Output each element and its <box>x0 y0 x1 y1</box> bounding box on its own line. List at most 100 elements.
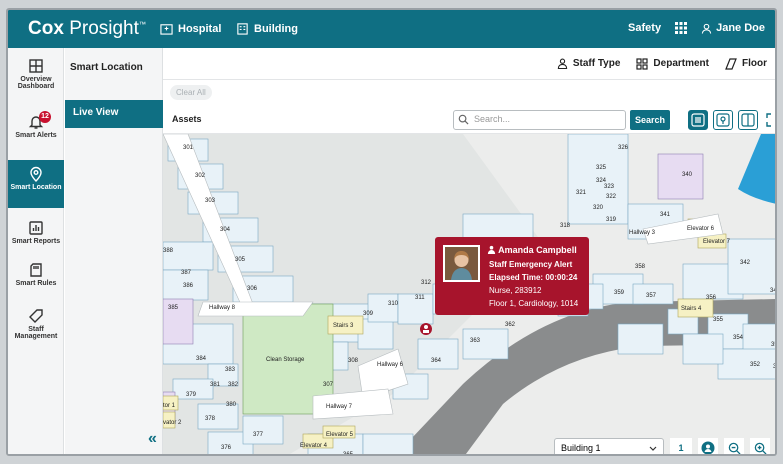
brand-logo[interactable]: Cox Prosight™ <box>28 18 146 40</box>
subnav-title: Smart Location <box>70 62 143 73</box>
nav-building[interactable]: Building <box>236 22 298 35</box>
svg-text:388: 388 <box>163 248 174 254</box>
svg-text:377: 377 <box>253 432 264 438</box>
staff-filter-button[interactable] <box>698 438 718 454</box>
user-menu[interactable]: Jane Doe <box>701 22 765 34</box>
svg-text:363: 363 <box>470 338 481 344</box>
user-icon <box>701 23 712 34</box>
svg-text:Hallway 7: Hallway 7 <box>326 404 353 410</box>
staff-alert-icon <box>487 245 496 254</box>
svg-text:318: 318 <box>560 223 571 229</box>
layers-button[interactable] <box>776 438 777 456</box>
apps-grid-icon[interactable] <box>675 22 688 34</box>
svg-text:312: 312 <box>421 280 432 286</box>
filter-staff-type[interactable]: Staff Type <box>557 58 620 69</box>
alert-type: Staff Emergency Alert <box>489 260 573 269</box>
tag-icon <box>29 309 43 323</box>
map-view-button[interactable] <box>713 110 733 130</box>
nav-smart-rules[interactable]: Smart Rules <box>8 262 64 287</box>
nav-staff-management[interactable]: Staff Management <box>8 308 64 340</box>
alerts-count-badge: 12 <box>39 111 51 123</box>
building-select[interactable]: Building 1 <box>554 438 664 454</box>
nav-smart-location[interactable]: Smart Location <box>8 160 64 208</box>
floor-number[interactable]: 1 <box>670 438 692 454</box>
zoom-out-button[interactable] <box>724 438 744 454</box>
svg-text:386: 386 <box>183 283 194 289</box>
department-icon <box>636 57 649 70</box>
svg-text:Hallway 8: Hallway 8 <box>209 305 236 311</box>
svg-text:326: 326 <box>618 145 629 151</box>
svg-text:364: 364 <box>431 358 442 364</box>
svg-text:303: 303 <box>205 198 216 204</box>
filter-floor[interactable]: Floor <box>725 57 767 70</box>
collapse-sidebar-icon[interactable]: « <box>148 430 157 448</box>
svg-text:379: 379 <box>186 392 197 398</box>
top-bar: Cox Prosight™ Hospital Building Safety J… <box>8 10 775 48</box>
svg-text:351: 351 <box>773 364 777 370</box>
nav-overview-dashboard[interactable]: Overview Dashboard <box>8 58 64 90</box>
chevron-down-icon <box>649 446 657 451</box>
svg-text:311: 311 <box>415 295 425 301</box>
svg-text:362: 362 <box>505 322 516 328</box>
svg-text:306: 306 <box>247 286 258 292</box>
dashboard-icon <box>29 59 43 73</box>
section-safety[interactable]: Safety <box>628 22 661 34</box>
svg-text:Hallway 6: Hallway 6 <box>377 362 404 368</box>
svg-text:356: 356 <box>706 295 717 301</box>
svg-text:302: 302 <box>195 173 206 179</box>
svg-text:308: 308 <box>348 358 359 364</box>
svg-text:378: 378 <box>205 416 216 422</box>
floor-plan-icon <box>725 57 737 70</box>
svg-text:301: 301 <box>183 145 194 151</box>
map-pin-icon <box>716 113 730 127</box>
svg-text:Stairs 4: Stairs 4 <box>681 306 702 312</box>
svg-text:355: 355 <box>713 317 724 323</box>
svg-text:359: 359 <box>614 290 625 296</box>
svg-text:321: 321 <box>576 190 587 196</box>
svg-text:319: 319 <box>606 217 617 223</box>
svg-text:352: 352 <box>750 362 761 368</box>
svg-text:325: 325 <box>596 165 607 171</box>
svg-text:324: 324 <box>596 178 607 184</box>
bar-chart-icon <box>29 221 43 235</box>
map-controls: Building 1 1 <box>554 438 777 456</box>
search-input[interactable]: Search... <box>453 110 626 130</box>
svg-text:320: 320 <box>593 205 604 211</box>
location-pin-icon <box>30 166 42 182</box>
fullscreen-icon[interactable] <box>766 113 777 127</box>
nav-smart-alerts[interactable]: 12 Smart Alerts <box>8 111 64 139</box>
nav-smart-reports[interactable]: Smart Reports <box>8 220 64 245</box>
svg-text:305: 305 <box>235 257 246 263</box>
svg-text:Elevator 6: Elevator 6 <box>687 226 715 232</box>
svg-text:342: 342 <box>740 260 751 266</box>
zoom-in-icon <box>754 442 767 454</box>
building-icon <box>237 23 248 35</box>
staff-avatar <box>443 245 480 282</box>
assets-label: Assets <box>172 114 202 124</box>
assets-bar: Assets Search... Search <box>163 106 775 134</box>
zoom-in-button[interactable] <box>750 438 770 454</box>
split-view-button[interactable] <box>738 110 758 130</box>
list-icon <box>691 113 705 127</box>
search-button[interactable]: Search <box>630 110 670 130</box>
svg-text:tor 1: tor 1 <box>163 403 176 409</box>
zoom-out-icon <box>728 442 741 454</box>
svg-text:380: 380 <box>226 402 237 408</box>
nav-hospital[interactable]: Hospital <box>160 22 221 35</box>
svg-text:vator 2: vator 2 <box>163 420 182 426</box>
svg-text:Hallway 3: Hallway 3 <box>629 230 656 236</box>
split-icon <box>741 113 755 127</box>
clear-all-button[interactable]: Clear All <box>170 85 212 100</box>
filter-department[interactable]: Department <box>636 57 709 70</box>
svg-text:354: 354 <box>733 335 744 341</box>
svg-text:Stairs 3: Stairs 3 <box>333 323 354 329</box>
svg-text:340: 340 <box>682 172 693 178</box>
elapsed-time: Elapsed Time: 00:00:24 <box>489 273 578 282</box>
svg-text:342: 342 <box>770 288 777 294</box>
staff-alert-popup[interactable]: Amanda Campbell Staff Emergency Alert El… <box>435 237 589 315</box>
svg-text:387: 387 <box>181 270 192 276</box>
svg-text:322: 322 <box>606 194 617 200</box>
list-view-button[interactable] <box>688 110 708 130</box>
subnav-item-live-view[interactable]: Live View <box>65 100 163 128</box>
app-window: Cox Prosight™ Hospital Building Safety J… <box>6 8 777 456</box>
